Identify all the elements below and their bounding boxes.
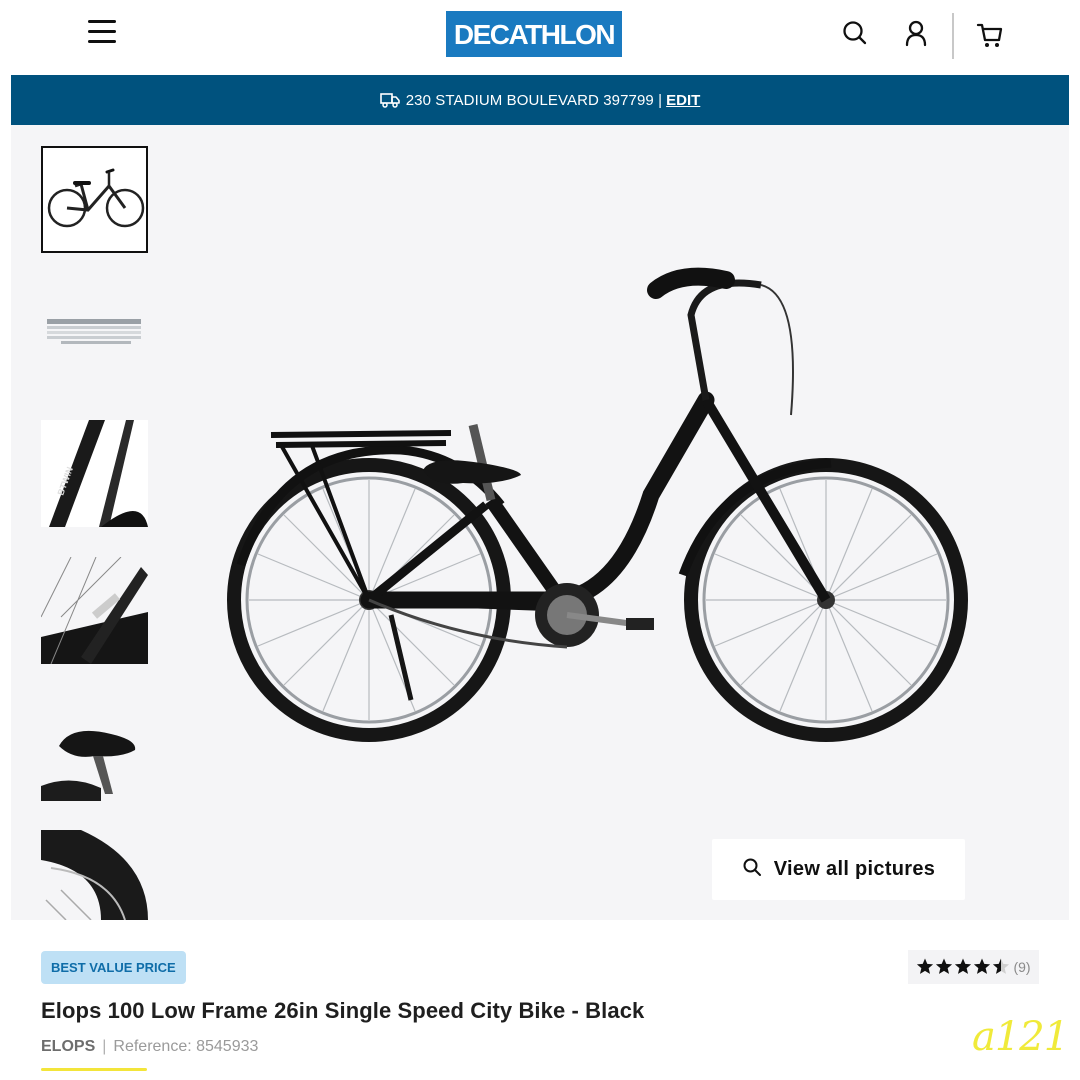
- decathlon-logo[interactable]: DECATHLON: [446, 11, 622, 57]
- view-all-pictures-label: View all pictures: [773, 858, 936, 880]
- thumbnail-size-chart[interactable]: [41, 283, 148, 390]
- product-meta: ELOPS | Reference: 8545933: [41, 1038, 258, 1056]
- delivery-banner: 230 STADIUM BOULEVARD 397799 | EDIT: [11, 75, 1069, 125]
- meta-separator: |: [102, 1038, 107, 1055]
- edit-address-link[interactable]: EDIT: [666, 92, 700, 109]
- site-header: DECATHLON: [0, 0, 1080, 74]
- logo-wordmark: DECATHLON: [454, 19, 616, 50]
- rating-count: (9): [1013, 959, 1031, 975]
- account-icon[interactable]: [901, 18, 931, 48]
- search-icon[interactable]: [840, 18, 870, 48]
- thumbnail-bike-full-view[interactable]: [41, 146, 148, 253]
- cart-icon[interactable]: [975, 20, 1005, 50]
- header-divider: [952, 13, 954, 59]
- product-title: Elops 100 Low Frame 26in Single Speed Ci…: [41, 998, 645, 1023]
- star-filled-icon: [974, 958, 991, 974]
- brand-name[interactable]: ELOPS: [41, 1038, 95, 1056]
- view-all-pictures-button[interactable]: View all pictures: [712, 839, 965, 900]
- star-filled-icon: [917, 958, 934, 974]
- star-filled-icon: [955, 958, 972, 974]
- truck-icon: [379, 92, 400, 108]
- star-rating: [916, 958, 1011, 976]
- thumbnail-saddle-closeup[interactable]: [41, 694, 148, 801]
- star-filled-icon: [936, 958, 953, 974]
- delivery-address: 230 STADIUM BOULEVARD 397799 |: [405, 91, 663, 109]
- hamburger-menu-icon[interactable]: [88, 20, 116, 46]
- thumbnail-frame-closeup[interactable]: BTWIN: [41, 420, 148, 527]
- zoom-search-icon: [742, 857, 762, 882]
- best-value-badge: BEST VALUE PRICE: [41, 951, 186, 984]
- product-gallery: BTWIN View all pictures: [11, 125, 1069, 920]
- watermark-text: a121: [972, 1014, 1069, 1060]
- accent-underline: [41, 1068, 147, 1071]
- rating-summary[interactable]: (9): [908, 950, 1039, 984]
- product-reference: Reference: 8545933: [113, 1038, 259, 1055]
- thumbnail-frame-detail[interactable]: [41, 557, 148, 664]
- main-product-image[interactable]: [201, 245, 1001, 805]
- svg-text:DECATHLON: DECATHLON: [454, 19, 614, 50]
- thumbnail-tyre-closeup[interactable]: [41, 830, 148, 920]
